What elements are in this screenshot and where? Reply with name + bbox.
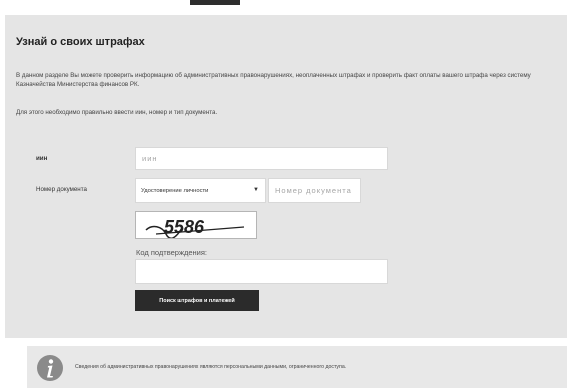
captcha-image: 5586 [135, 211, 257, 239]
form-hint: Для этого необходимо правильно ввести ии… [16, 109, 218, 116]
inn-label: иин [36, 155, 48, 162]
dropdown-arrow-icon: ▼ [253, 187, 259, 193]
captcha-text: 5586 [164, 217, 205, 237]
doc-number-input[interactable] [268, 178, 361, 203]
confirmation-code-label: Код подтверждения: [136, 248, 207, 257]
header-fragment [190, 0, 240, 5]
page-description: В данном разделе Вы можете проверить инф… [16, 72, 531, 88]
doc-type-selected-value: Удостоверение личности [141, 187, 209, 194]
info-icon [37, 355, 63, 381]
page-title: Узнай о своих штрафах [16, 36, 145, 48]
search-fines-button[interactable]: Поиск штрафов и платежей [135, 290, 259, 311]
notice-text: Сведения об административных правонаруше… [75, 364, 347, 370]
confirmation-code-input[interactable] [135, 259, 388, 284]
doc-number-label: Номер документа [36, 186, 87, 193]
fines-search-panel [5, 15, 567, 338]
inn-input[interactable] [135, 147, 388, 170]
doc-type-select[interactable]: Удостоверение личности ▼ [135, 178, 266, 203]
